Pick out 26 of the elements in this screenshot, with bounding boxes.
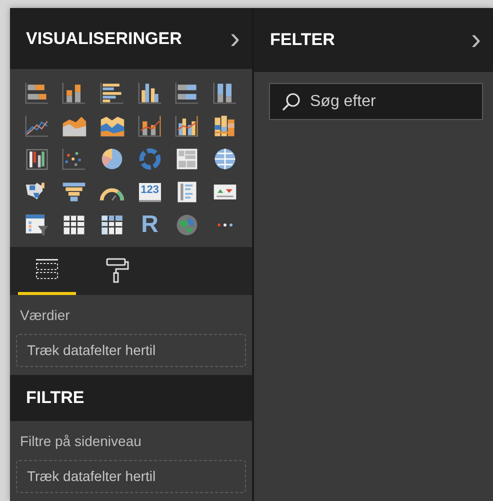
panel-title: FELTER [270, 29, 335, 52]
stacked-column-chart-icon [61, 80, 88, 106]
stacked-column-chart-icon [212, 80, 238, 106]
r-visual-button[interactable]: R [134, 211, 165, 240]
combo-chart-icon [174, 113, 200, 140]
slicer-icon [24, 212, 50, 238]
search-field[interactable]: Søg efter [269, 83, 483, 120]
more-icon [217, 223, 234, 228]
clustered-bar-chart-icon [99, 80, 126, 106]
collapse-button[interactable]: › [228, 24, 242, 54]
combo-chart-icon [136, 113, 163, 140]
section-label: Værdier [19, 306, 71, 326]
section-label: Filtre på sideniveau [19, 432, 142, 451]
card-icon: 123 [138, 182, 161, 202]
stacked-bar-chart-icon [174, 80, 200, 106]
section-title: FILTRE [26, 387, 84, 410]
scatter-chart-icon [61, 146, 88, 172]
panel-title: VISUALISERINGER [26, 28, 182, 50]
clustered-column-chart-icon [136, 80, 163, 106]
stacked-bar-chart-icon [24, 80, 50, 106]
drop-zone[interactable]: Træk datafelter hertil [16, 334, 246, 368]
card-visual-button[interactable]: 123 [134, 178, 165, 206]
line-chart-icon [24, 113, 50, 140]
collapse-button[interactable]: › [469, 25, 483, 55]
donut-chart-icon [136, 146, 163, 172]
drop-zone[interactable]: Træk datafelter hertil [16, 460, 246, 493]
